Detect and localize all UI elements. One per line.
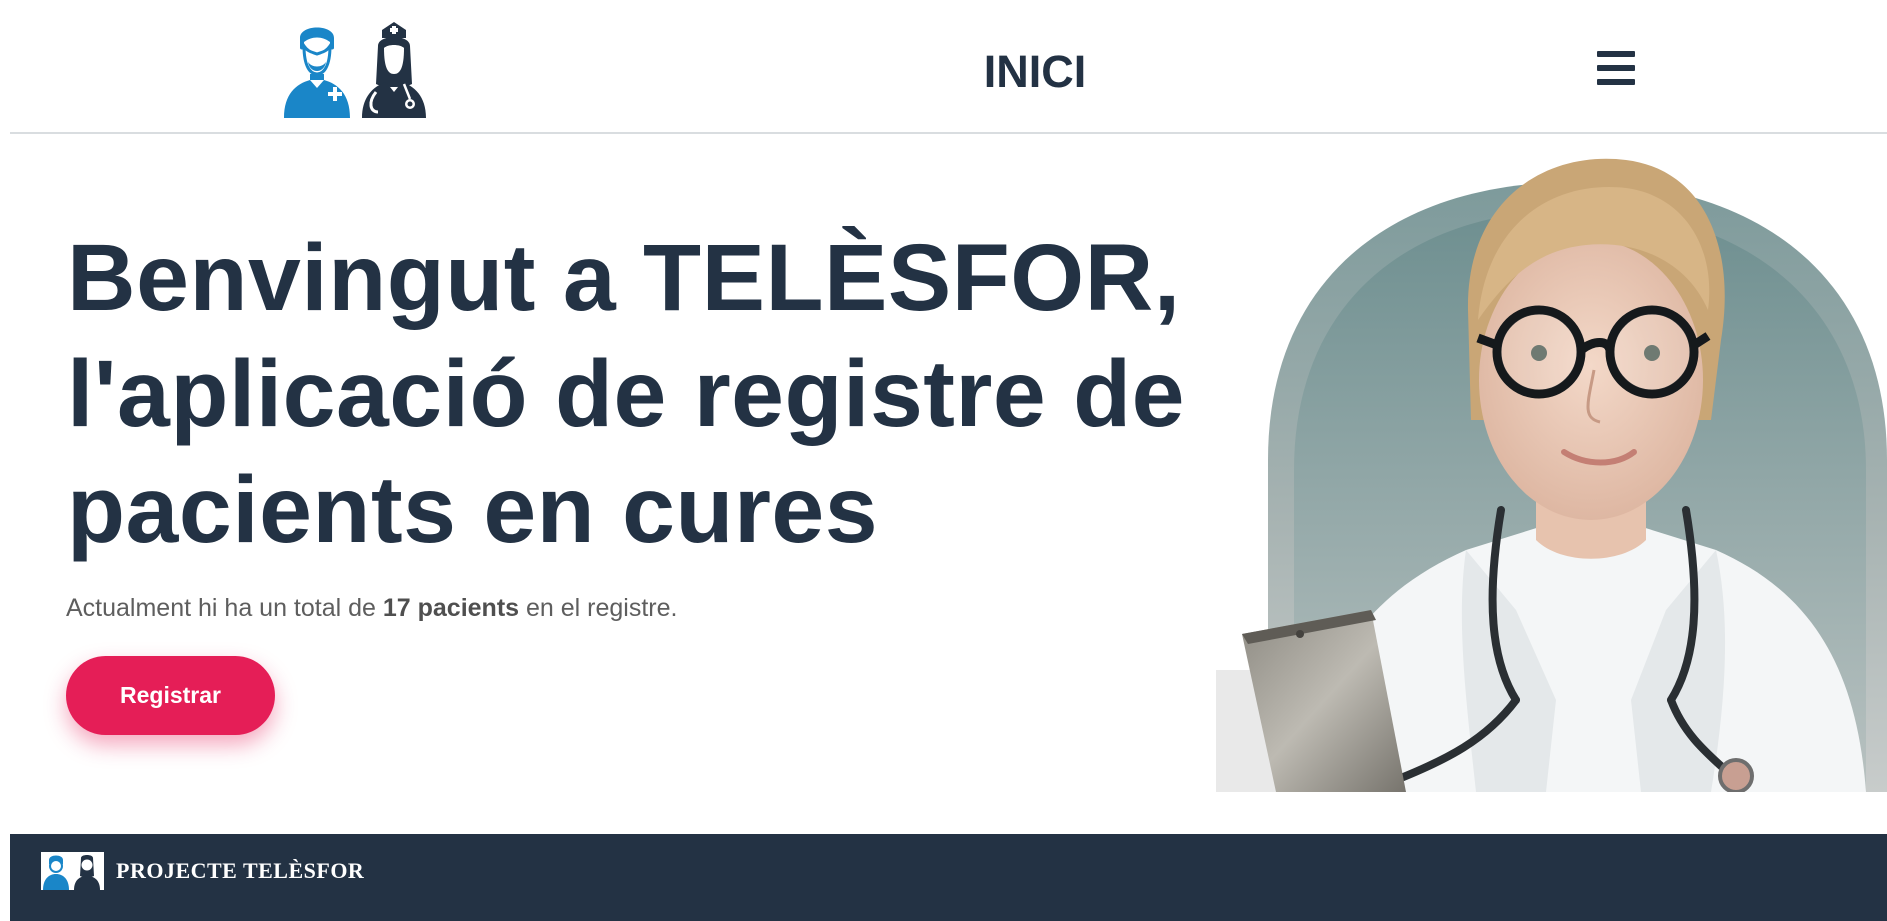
top-header: INICI <box>10 0 1887 134</box>
patients-count: 17 pacients <box>382 594 520 622</box>
hero-title-line-3: pacients en cures <box>67 457 879 563</box>
nav-link-inici[interactable]: INICI <box>970 46 1100 98</box>
hero-title: Benvingut a TELÈSFOR, l'aplicació de reg… <box>67 220 1247 568</box>
menu-bar <box>1597 65 1635 71</box>
footer-bar: PROJECTE TELÈSFOR <box>10 834 1887 921</box>
footer-logo-icon[interactable] <box>41 852 104 890</box>
doctor-nurse-logo-icon[interactable] <box>282 18 460 120</box>
hero-title-line-1: Benvingut a TELÈSFOR, <box>67 225 1181 331</box>
menu-bar <box>1597 51 1635 57</box>
footer-project-title: PROJECTE TELÈSFOR <box>116 858 365 883</box>
patients-count-text: Actualment hi ha un total de 17 pacients… <box>66 592 677 624</box>
menu-bar <box>1597 79 1635 85</box>
hero-title-line-2: l'aplicació de registre de <box>67 341 1185 447</box>
hamburger-menu-icon[interactable] <box>1592 48 1640 90</box>
doctor-photo-icon <box>1216 140 1887 794</box>
patients-text-before: Actualment hi ha un total de <box>66 594 383 622</box>
page: INICI Benvingut a TELÈSFOR, l'aplicació … <box>0 0 1887 921</box>
register-button[interactable]: Registrar <box>66 656 275 735</box>
patients-text-after: en el registre. <box>519 594 678 622</box>
